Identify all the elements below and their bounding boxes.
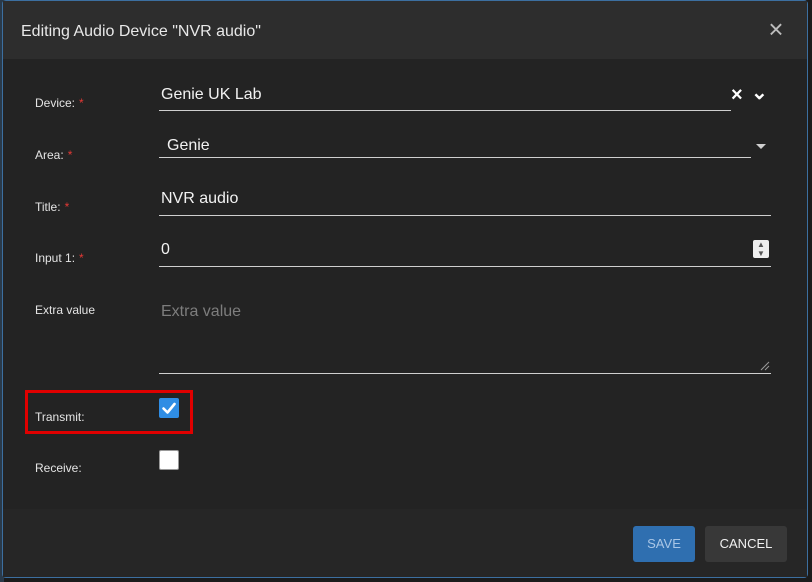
resize-handle-icon[interactable] [760, 361, 770, 371]
chevron-down-icon[interactable]: ⌄ [751, 80, 768, 105]
receive-label: Receive: [35, 461, 82, 475]
dialog-header: Editing Audio Device "NVR audio" × [3, 1, 807, 60]
device-value: Genie UK Lab [161, 86, 262, 103]
input1-label: Input 1: * [35, 251, 84, 265]
area-label: Area: * [35, 148, 73, 162]
area-value: Genie [167, 137, 210, 154]
transmit-checkbox[interactable] [159, 398, 179, 418]
checkmark-icon [162, 402, 176, 414]
device-label: Device: * [35, 96, 84, 110]
title-input[interactable]: NVR audio [159, 186, 771, 216]
transmit-label: Transmit: [35, 410, 85, 424]
close-icon[interactable]: × [765, 16, 787, 42]
extra-value-textarea[interactable]: Extra value [159, 291, 771, 374]
input1-number-field[interactable]: 0 ▲ ▼ [159, 237, 771, 267]
title-value: NVR audio [161, 190, 239, 207]
extra-value-label: Extra value [35, 303, 96, 317]
dropdown-arrow-icon [756, 144, 766, 149]
input1-value: 0 [161, 241, 170, 258]
clear-icon[interactable]: × [731, 84, 743, 107]
extra-value-placeholder: Extra value [161, 303, 242, 320]
dialog-title: Editing Audio Device "NVR audio" [21, 23, 261, 40]
cancel-button[interactable]: CANCEL [705, 526, 787, 562]
device-select[interactable]: Genie UK Lab [159, 79, 731, 111]
dialog-body: Device: * Genie UK Lab × ⌄ Area: * Genie T… [3, 59, 807, 509]
area-select[interactable]: Genie [159, 135, 766, 158]
edit-audio-device-dialog: Editing Audio Device "NVR audio" × Devic… [2, 0, 808, 578]
number-spinner-icon[interactable]: ▲ ▼ [753, 240, 769, 258]
title-label: Title: * [35, 200, 70, 214]
receive-checkbox[interactable] [159, 450, 179, 470]
save-button[interactable]: SAVE [633, 526, 695, 562]
dialog-footer: SAVE CANCEL [3, 509, 807, 577]
